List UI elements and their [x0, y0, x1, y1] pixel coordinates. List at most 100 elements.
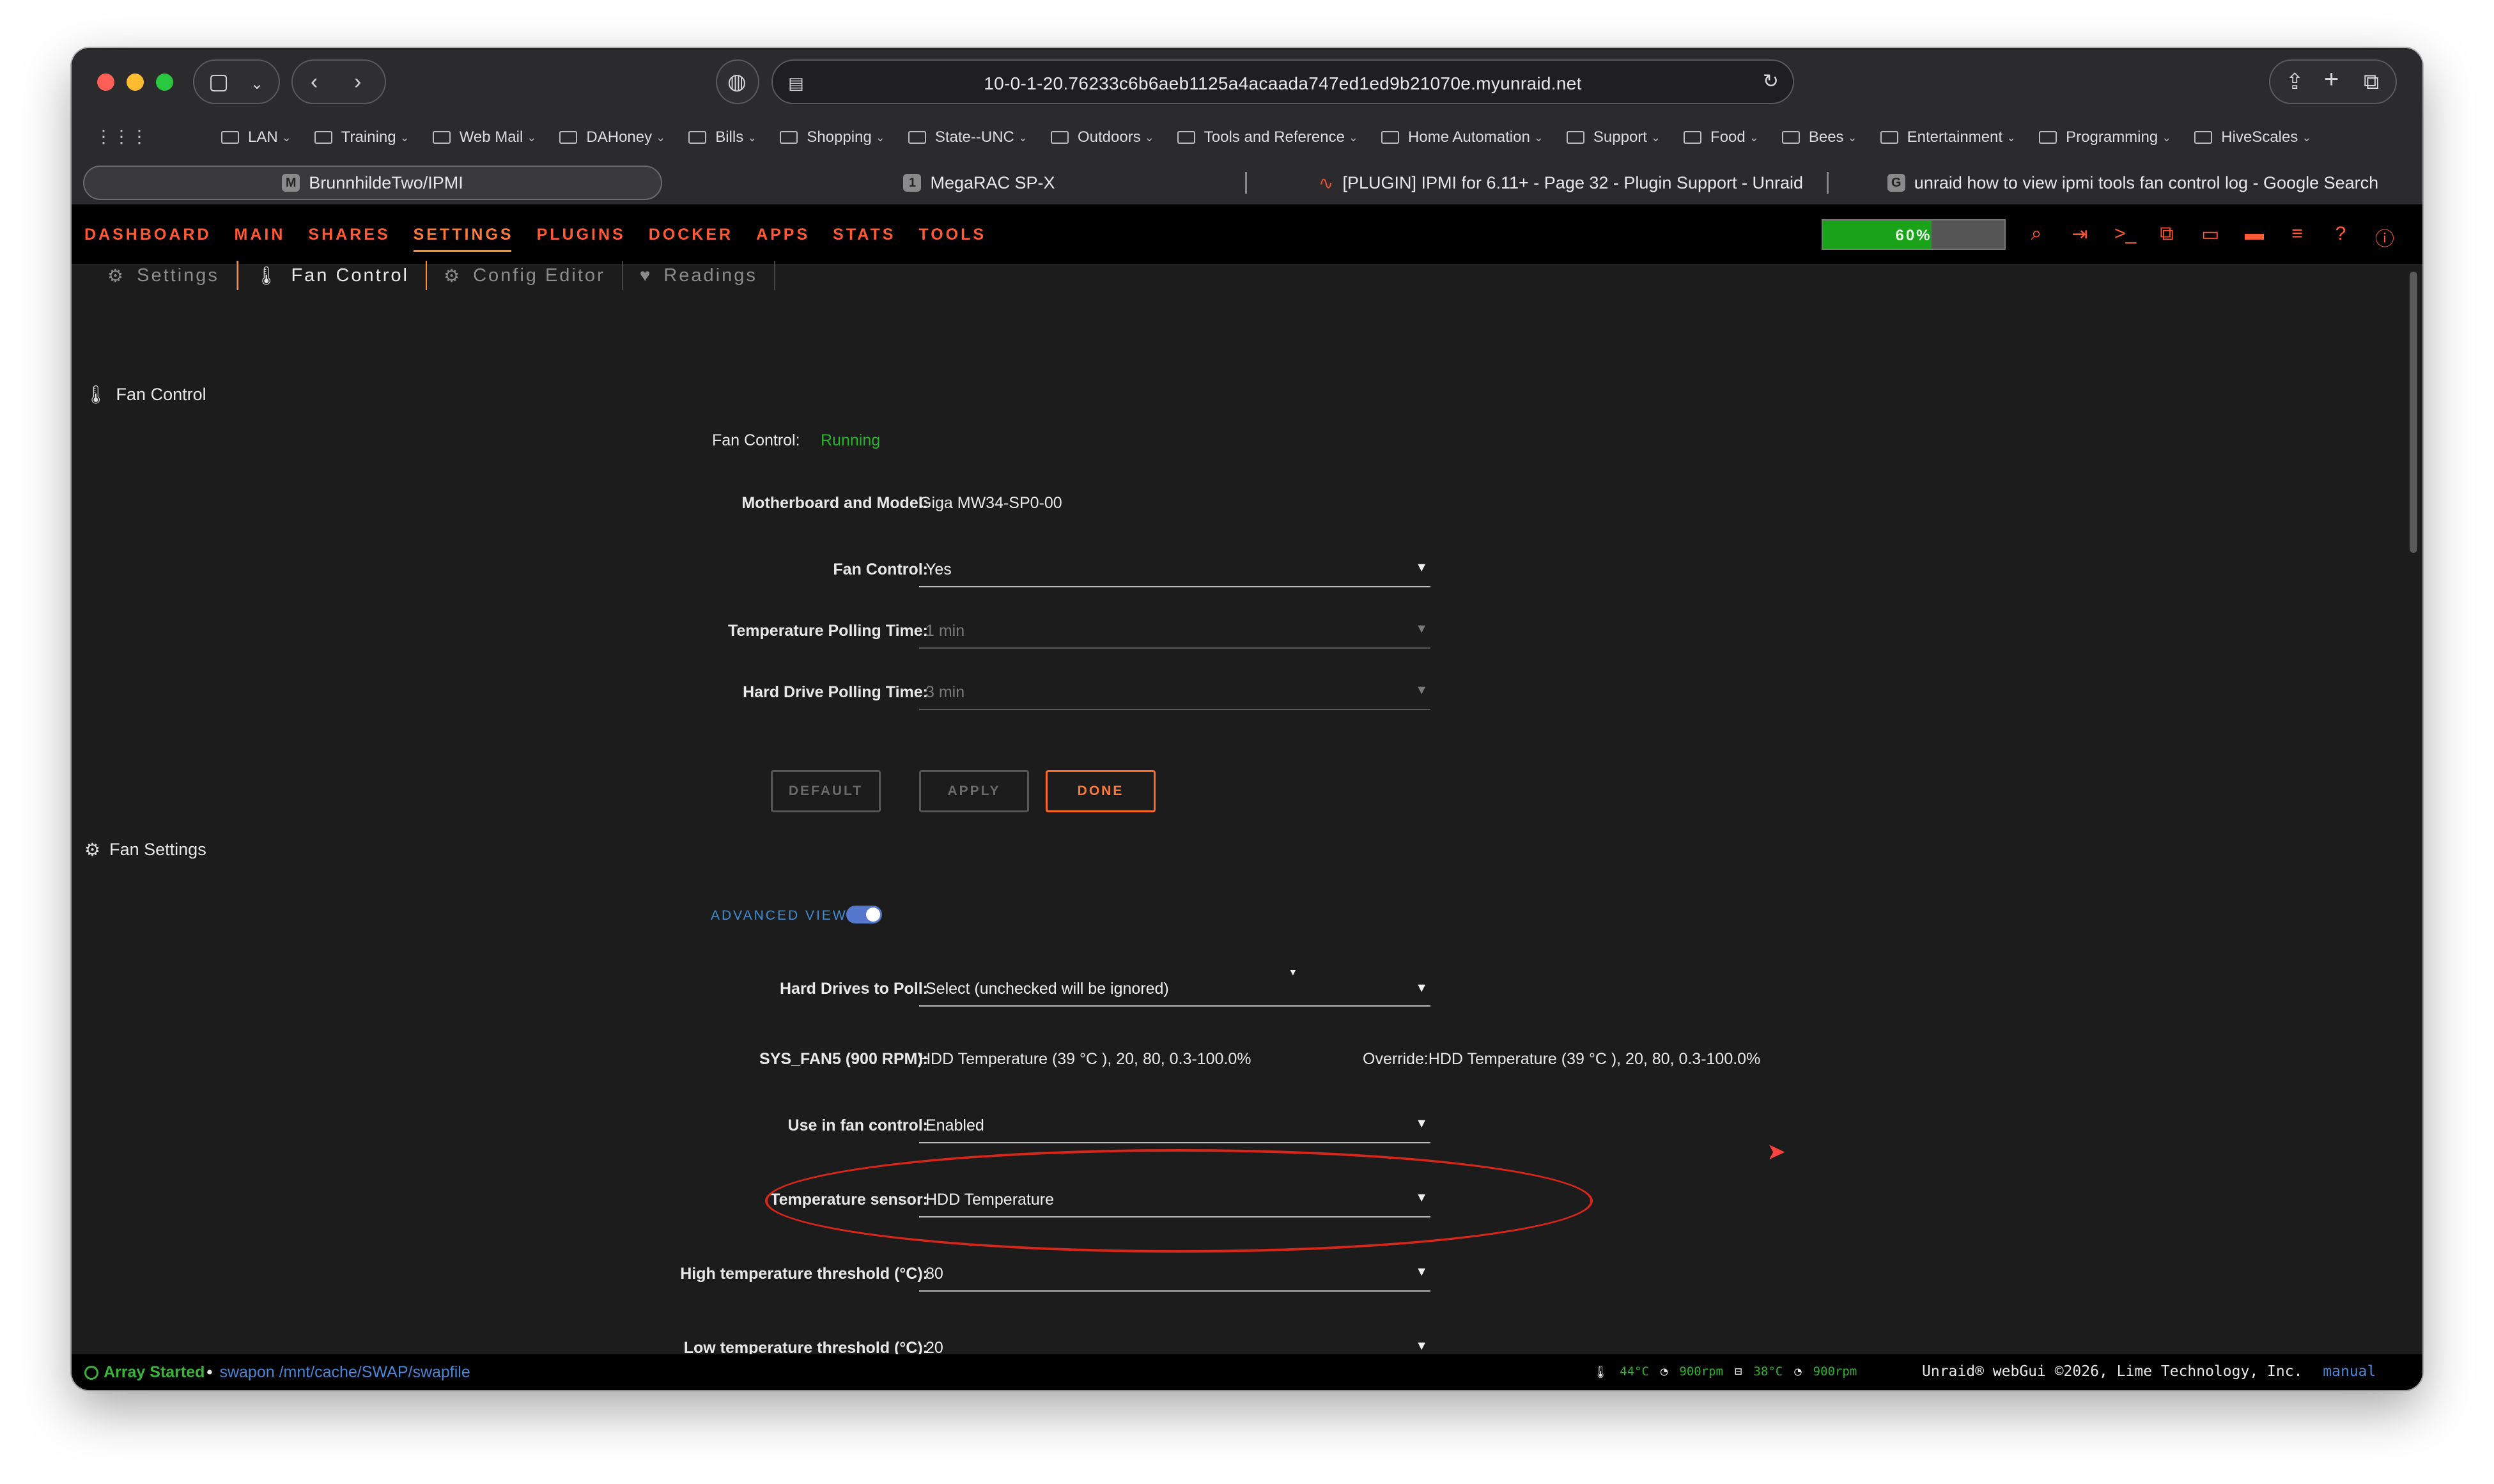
- folder-icon: [432, 131, 451, 144]
- nav-item-plugins[interactable]: PLUGINS: [537, 226, 626, 252]
- bookmark-folder[interactable]: Bees ⌄: [1773, 126, 1866, 149]
- chevron-down-icon: ⌄: [281, 130, 291, 144]
- tab-overview-icon[interactable]: ⧉: [2364, 71, 2379, 93]
- subtab-settings[interactable]: ⚙ Settings: [91, 261, 237, 290]
- chevron-down-icon: ⌄: [656, 130, 666, 144]
- select-value: 80: [926, 1265, 943, 1283]
- folder-icon: [221, 131, 239, 144]
- bookmark-folder[interactable]: Shopping ⌄: [771, 126, 894, 149]
- search-icon[interactable]: ⌕: [2027, 223, 2045, 251]
- bookmark-label: Programming: [2066, 128, 2158, 146]
- manual-link[interactable]: manual: [2323, 1363, 2376, 1380]
- logout-icon[interactable]: ⇥: [2071, 223, 2089, 251]
- bookmark-folder[interactable]: Web Mail ⌄: [424, 126, 546, 149]
- zoom-window-button[interactable]: [156, 73, 173, 91]
- gears-icon: ⚙: [443, 265, 462, 286]
- close-window-button[interactable]: [97, 73, 114, 91]
- nav-item-apps[interactable]: APPS: [756, 226, 810, 252]
- folder-icon: [314, 131, 332, 144]
- share-icon[interactable]: ⇪: [2286, 71, 2304, 93]
- sidebar-toggle-button[interactable]: ▢ ⌄: [193, 59, 280, 104]
- subtab-label: Settings: [137, 265, 219, 286]
- fan-control-section-title: 🌡︎ Fan Control: [84, 384, 206, 405]
- hd-polling-row: Hard Drive Polling Time: 3 min ▼: [72, 674, 2398, 713]
- fan-gauge-icon: ◔: [1660, 1364, 1668, 1379]
- tab-ipmi[interactable]: M BrunnhildeTwo/IPMI: [83, 166, 662, 200]
- hd-poll-select[interactable]: Select (unchecked will be ignored) ▼ ▼: [919, 962, 1430, 1007]
- bookmark-label: Training: [341, 128, 396, 146]
- fan-control-status-row: Fan Control: Running: [72, 422, 2398, 461]
- page-scrollbar[interactable]: [2410, 272, 2417, 553]
- bookmark-folder[interactable]: DAHoney ⌄: [550, 126, 674, 149]
- temp-polling-select[interactable]: 1 min ▼: [919, 613, 1430, 649]
- dropdown-arrow-icon: ▼: [1415, 1339, 1428, 1353]
- bookmarks-bar: ⋮⋮⋮ LAN ⌄ Training ⌄ Web Mail ⌄ DAHoney ⌄ Bills ⌄…: [72, 114, 2422, 159]
- bookmark-folder[interactable]: Home Automation ⌄: [1372, 126, 1553, 149]
- folder-icon: [559, 131, 578, 144]
- bookmark-folder[interactable]: Tools and Reference ⌄: [1168, 126, 1367, 149]
- bookmark-folder[interactable]: Bills ⌄: [679, 126, 766, 149]
- default-button[interactable]: DEFAULT: [771, 770, 881, 812]
- folder-icon: [1880, 131, 1898, 144]
- nav-item-docker[interactable]: DOCKER: [649, 226, 733, 252]
- browser-window: ▢ ⌄ ‹ › ◍ ▤ 10-0-1-20.76233c6b6aeb1125a4…: [72, 48, 2422, 1390]
- folder-icon: [2194, 131, 2213, 144]
- nav-item-settings[interactable]: SETTINGS: [413, 226, 514, 252]
- bookmark-folder[interactable]: Food ⌄: [1675, 126, 1768, 149]
- subtab-readings[interactable]: ♥ Readings: [623, 261, 775, 290]
- nav-item-main[interactable]: MAIN: [235, 226, 286, 252]
- minimize-window-button[interactable]: [127, 73, 144, 91]
- section-title-text: Fan Control: [116, 385, 206, 404]
- bookmark-folder[interactable]: HiveScales ⌄: [2185, 126, 2320, 149]
- tab-megarac[interactable]: 1 MegaRAC SP-X: [839, 166, 1120, 200]
- thermometer-icon: 🌡︎: [84, 385, 107, 405]
- new-tab-icon[interactable]: +: [2324, 66, 2339, 92]
- sidebar-icon: ▢: [208, 70, 229, 94]
- advanced-view-toggle[interactable]: [846, 906, 882, 924]
- apps-grid-icon[interactable]: ⋮⋮⋮: [95, 126, 148, 147]
- bookmark-folder[interactable]: LAN ⌄: [212, 126, 300, 149]
- use-in-fan-control-select[interactable]: Enabled ▼: [919, 1108, 1430, 1143]
- bookmark-folder[interactable]: Outdoors ⌄: [1042, 126, 1163, 149]
- array-status: Array Started • swapon /mnt/cache/SWAP/s…: [84, 1363, 470, 1382]
- high-threshold-select[interactable]: 80 ▼: [919, 1256, 1430, 1292]
- nav-item-tools[interactable]: TOOLS: [918, 226, 986, 252]
- chat-icon[interactable]: ▭: [2201, 223, 2219, 251]
- apply-button[interactable]: APPLY: [919, 770, 1029, 812]
- forward-button[interactable]: ›: [354, 71, 361, 93]
- subtab-fan-control[interactable]: 🌡︎ Fan Control: [236, 261, 427, 290]
- dropdown-arrow-icon: ▼: [1415, 1117, 1428, 1131]
- tab-plugin-support[interactable]: ∿ [PLUGIN] IPMI for 6.11+ - Page 32 - Pl…: [1260, 166, 1861, 200]
- terminal-icon[interactable]: >_: [2114, 223, 2136, 251]
- help-icon[interactable]: ?: [2332, 223, 2350, 251]
- fan-control-select[interactable]: Yes ▼: [919, 552, 1430, 587]
- folder-icon: [1684, 131, 1702, 144]
- address-bar[interactable]: ▤ 10-0-1-20.76233c6b6aeb1125a4acaada747e…: [771, 59, 1794, 104]
- globe-icon: ◍: [727, 70, 747, 94]
- tab-separator: [1827, 172, 1829, 194]
- monitor-icon[interactable]: ▬: [2245, 223, 2264, 251]
- nav-item-stats[interactable]: STATS: [833, 226, 895, 252]
- bookmark-folder[interactable]: Support ⌄: [1558, 126, 1669, 149]
- copy-icon[interactable]: ⧉: [2158, 223, 2176, 251]
- fan-settings-section-title: ⚙ Fan Settings: [84, 839, 206, 860]
- reload-icon[interactable]: ↻: [1763, 71, 1779, 93]
- chevron-down-icon: ⌄: [1348, 130, 1359, 144]
- site-settings-button[interactable]: ◍: [716, 59, 759, 104]
- highlight-annotation-ring: [765, 1149, 1593, 1253]
- chevron-down-icon: ⌄: [251, 75, 264, 93]
- hd-polling-select[interactable]: 3 min ▼: [919, 674, 1430, 710]
- tab-label: BrunnhildeTwo/IPMI: [309, 173, 463, 192]
- info-icon[interactable]: ⓘ: [2375, 223, 2394, 251]
- nav-item-dashboard[interactable]: DASHBOARD: [84, 226, 212, 252]
- bookmark-folder[interactable]: State--UNC ⌄: [899, 126, 1037, 149]
- bookmark-folder[interactable]: Entertainment ⌄: [1871, 126, 2025, 149]
- subtab-config-editor[interactable]: ⚙ Config Editor: [427, 261, 623, 290]
- log-icon[interactable]: ≡: [2288, 223, 2306, 251]
- bookmark-folder[interactable]: Training ⌄: [306, 126, 419, 149]
- nav-item-shares[interactable]: SHARES: [308, 226, 390, 252]
- bookmark-folder[interactable]: Programming ⌄: [2030, 126, 2180, 149]
- tab-google-search[interactable]: G unraid how to view ipmi tools fan cont…: [1868, 166, 2398, 200]
- back-button[interactable]: ‹: [311, 71, 318, 93]
- done-button[interactable]: DONE: [1046, 770, 1156, 812]
